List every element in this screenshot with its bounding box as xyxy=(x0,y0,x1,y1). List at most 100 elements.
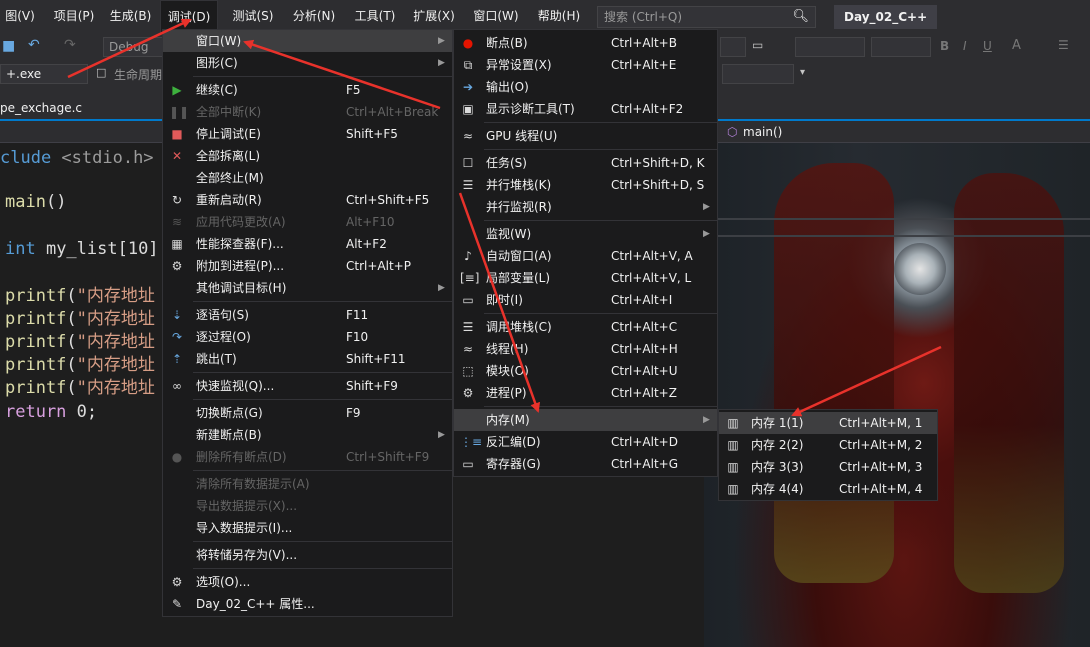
window-menu-item[interactable]: ⚙ 进程(P) Ctrl+Alt+Z xyxy=(454,382,717,404)
window-menu-item[interactable]: [≡] 局部变量(L) Ctrl+Alt+V, L xyxy=(454,267,717,289)
bold-icon[interactable]: B xyxy=(940,39,949,53)
breakpoint-icon: ● xyxy=(462,36,474,50)
debug-menu: 窗口(W) ▶ 图形(C) ▶ ▶ 继续(C) F5 ❚❚ 全部中断(K) Ctrl+Alt+Br… xyxy=(162,29,453,617)
window-menu-item-shortcut: Ctrl+Alt+B xyxy=(611,36,677,50)
debug-menu-item[interactable]: 切换断点(G) F9 xyxy=(163,402,452,424)
window-menu-item-label: 异常设置(X) xyxy=(486,58,552,72)
window-menu-item[interactable]: ☰ 并行堆栈(K) Ctrl+Shift+D, S xyxy=(454,174,717,196)
window-menu-item[interactable]: ☐ 任务(S) Ctrl+Shift+D, K xyxy=(454,152,717,174)
debug-menu-item[interactable]: 其他调试目标(H) ▶ xyxy=(163,277,452,299)
debug-menu-item[interactable]: ↻ 重新启动(R) Ctrl+Shift+F5 xyxy=(163,189,452,211)
menubar-item-2[interactable]: 生成(B) xyxy=(108,0,153,33)
code-token: printf xyxy=(5,286,67,306)
window-menu-item[interactable]: ♪ 自动窗口(A) Ctrl+Alt+V, A xyxy=(454,245,717,267)
font-family-combo[interactable] xyxy=(795,37,865,57)
toolbar-icon-a[interactable]: ▭ xyxy=(752,38,763,52)
debug-menu-item[interactable]: ✕ 全部拆离(L) xyxy=(163,145,452,167)
save-all-icon[interactable]: ■ xyxy=(2,38,15,54)
function-navigator[interactable]: ⬡ main() xyxy=(723,122,782,142)
debug-menu-item-label: 窗口(W) xyxy=(196,34,242,48)
startup-target-dropdown[interactable]: +.exe xyxy=(0,64,88,84)
submenu-arrow-icon: ▶ xyxy=(703,415,710,425)
debug-menu-item[interactable]: ⇡ 跳出(T) Shift+F11 xyxy=(163,348,452,370)
glasses-icon: ∞ xyxy=(172,379,182,393)
font-size-combo[interactable] xyxy=(871,37,931,57)
window-menu-item[interactable]: ● 断点(B) Ctrl+Alt+B xyxy=(454,32,717,54)
debug-menu-item-shortcut: F11 xyxy=(346,308,369,322)
window-menu-item[interactable]: ▭ 寄存器(G) Ctrl+Alt+G xyxy=(454,453,717,475)
menubar-item-0[interactable]: 图(V) xyxy=(0,0,40,33)
function-cube-icon: ⬡ xyxy=(727,125,738,139)
debug-menu-item[interactable]: ▶ 继续(C) F5 xyxy=(163,79,452,101)
code-token: ( xyxy=(66,378,77,398)
memory-menu-item[interactable]: ▥ 内存 2(2) Ctrl+Alt+M, 2 xyxy=(719,434,937,456)
attach-icon: ⚙ xyxy=(171,259,183,273)
memory-menu-item[interactable]: ▥ 内存 4(4) Ctrl+Alt+M, 4 xyxy=(719,478,937,500)
window-menu-item-shortcut: Ctrl+Alt+F2 xyxy=(611,102,684,116)
list-icon[interactable]: ☰ xyxy=(1058,38,1069,52)
window-menu-item[interactable]: 监视(W) ▶ xyxy=(454,223,717,245)
diagnostics-icon: ▣ xyxy=(462,102,474,116)
debug-menu-item[interactable]: ⚙ 选项(O)... xyxy=(163,571,452,593)
window-menu-item[interactable]: 并行监视(R) ▶ xyxy=(454,196,717,218)
debug-menu-item[interactable]: ⇣ 逐语句(S) F11 xyxy=(163,304,452,326)
debug-menu-item-label: 导入数据提示(I)... xyxy=(196,521,293,535)
debug-menu-item-label: 将转储另存为(V)... xyxy=(196,548,298,562)
memory-chip-icon: ▥ xyxy=(727,416,739,430)
memory-menu-item-label: 内存 4(4) xyxy=(751,482,804,496)
window-menu-item[interactable]: 内存(M) ▶ xyxy=(454,409,717,431)
lifecycle-label[interactable]: 生命周期 xyxy=(114,66,162,83)
debug-menu-item[interactable]: 图形(C) ▶ xyxy=(163,52,452,74)
window-menu-item[interactable]: ➔ 输出(O) xyxy=(454,76,717,98)
submenu-arrow-icon: ▶ xyxy=(703,202,710,212)
window-menu-item[interactable]: ≈ 线程(H) Ctrl+Alt+H xyxy=(454,338,717,360)
debug-menu-item-shortcut: F10 xyxy=(346,330,369,344)
undo-icon[interactable]: ↶ xyxy=(28,37,40,53)
debug-menu-item[interactable]: 将转储另存为(V)... xyxy=(163,544,452,566)
menu-separator xyxy=(484,313,717,314)
debug-menu-item[interactable]: ■ 停止调试(E) Shift+F5 xyxy=(163,123,452,145)
debug-menu-item[interactable]: ↷ 逐过程(O) F10 xyxy=(163,326,452,348)
window-menu-item[interactable]: ⬚ 模块(O) Ctrl+Alt+U xyxy=(454,360,717,382)
font-color-icon[interactable]: A xyxy=(1012,38,1021,53)
file-tab[interactable]: pe_exchage.c xyxy=(0,96,82,120)
modules-icon: ⬚ xyxy=(462,364,474,378)
debug-menu-item: 清除所有数据提示(A) xyxy=(163,473,452,495)
debug-menu-item[interactable]: ∞ 快速监视(Q)... Shift+F9 xyxy=(163,375,452,397)
play-icon: ▶ xyxy=(172,83,182,97)
memory-menu-item[interactable]: ▥ 内存 1(1) Ctrl+Alt+M, 1 xyxy=(719,412,937,434)
window-menu-item[interactable]: ▣ 显示诊断工具(T) Ctrl+Alt+F2 xyxy=(454,98,717,120)
menu-separator xyxy=(193,470,452,471)
window-menu-item[interactable]: ▭ 即时(I) Ctrl+Alt+I xyxy=(454,289,717,311)
toolbar-overflow-icon[interactable]: ▾ xyxy=(800,67,805,78)
italic-icon[interactable]: I xyxy=(963,39,967,53)
menu-separator xyxy=(193,301,452,302)
submenu-arrow-icon: ▶ xyxy=(438,58,445,68)
code-token: "内存地址 xyxy=(76,309,155,329)
window-menu-item[interactable]: ⋮≡ 反汇编(D) Ctrl+Alt+D xyxy=(454,431,717,453)
underline-icon[interactable]: U xyxy=(983,39,992,53)
toolbar-combo-a[interactable] xyxy=(720,37,746,57)
debug-menu-item[interactable]: 新建断点(B) ▶ xyxy=(163,424,452,446)
thread-dropdown[interactable] xyxy=(722,64,794,84)
redo-icon[interactable]: ↷ xyxy=(64,37,76,53)
step-over-icon: ↷ xyxy=(171,330,183,344)
debug-menu-item[interactable]: 导入数据提示(I)... xyxy=(163,517,452,539)
debug-menu-item-shortcut: Alt+F2 xyxy=(346,237,387,251)
memory-menu-item[interactable]: ▥ 内存 3(3) Ctrl+Alt+M, 3 xyxy=(719,456,937,478)
debug-menu-item-label: 跳出(T) xyxy=(196,352,237,366)
window-menu-item-shortcut: Ctrl+Alt+C xyxy=(611,320,678,334)
debug-menu-item[interactable]: 全部终止(M) xyxy=(163,167,452,189)
menubar-item-1[interactable]: 项目(P) xyxy=(49,0,99,33)
debug-menu-item[interactable]: ⚙ 附加到进程(P)... Ctrl+Alt+P xyxy=(163,255,452,277)
window-menu-item[interactable]: ☰ 调用堆栈(C) Ctrl+Alt+C xyxy=(454,316,717,338)
window-menu-item[interactable]: ⧉ 异常设置(X) Ctrl+Alt+E xyxy=(454,54,717,76)
step-into-icon: ⇣ xyxy=(171,308,183,322)
window-menu-item[interactable]: ≈ GPU 线程(U) xyxy=(454,125,717,147)
debug-menu-item[interactable]: ▦ 性能探查器(F)... Alt+F2 xyxy=(163,233,452,255)
window-menu-item-shortcut: Ctrl+Alt+E xyxy=(611,58,677,72)
search-input[interactable]: 搜索 (Ctrl+Q) 🔍︎ xyxy=(597,6,816,28)
debug-menu-item[interactable]: ✎ Day_02_C++ 属性... xyxy=(163,593,452,615)
stop-icon: ■ xyxy=(171,127,183,141)
debug-menu-item[interactable]: 窗口(W) ▶ xyxy=(163,30,452,52)
